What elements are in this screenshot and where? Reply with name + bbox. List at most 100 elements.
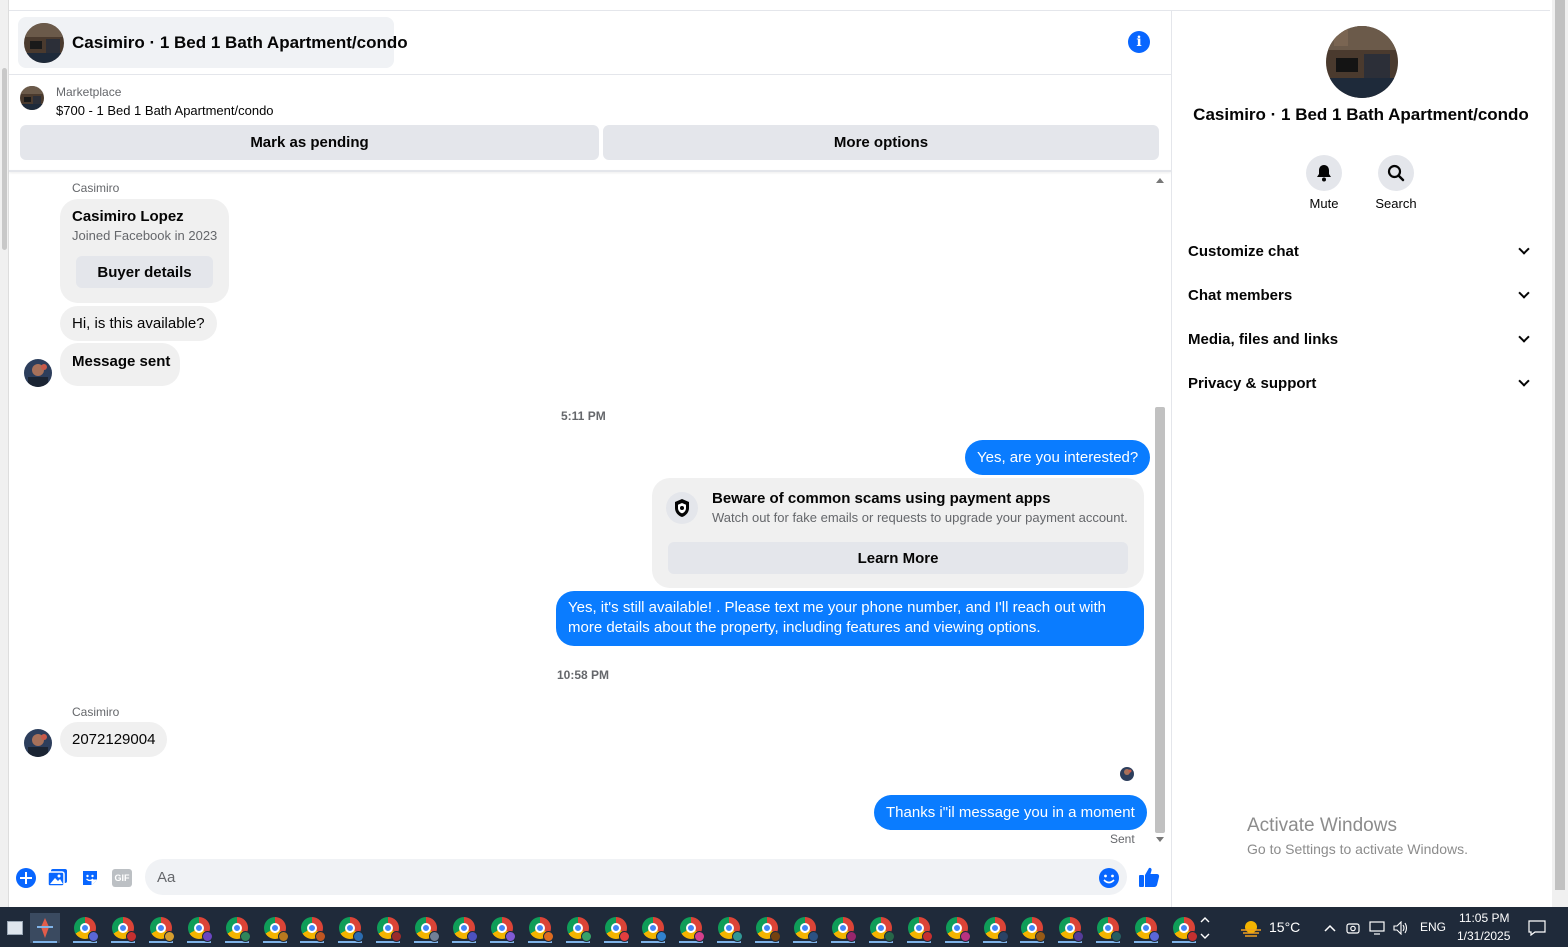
more-options-button[interactable]: More options bbox=[603, 125, 1159, 160]
chrome-icon bbox=[1021, 917, 1046, 942]
chrome-window-icon[interactable] bbox=[146, 913, 176, 943]
weather-temp[interactable]: 15°C bbox=[1269, 919, 1300, 935]
weather-icon[interactable] bbox=[1236, 913, 1266, 943]
marketplace-listing-thumbnail[interactable] bbox=[20, 86, 44, 110]
file-explorer-icon[interactable] bbox=[0, 913, 30, 943]
scrollbar-thumb[interactable] bbox=[2, 68, 7, 250]
chrome-window-icon[interactable] bbox=[1055, 913, 1085, 943]
scroll-down-arrow-icon[interactable] bbox=[1156, 837, 1164, 842]
outgoing-message[interactable]: Yes, it's still available! . Please text… bbox=[556, 591, 1144, 646]
contact-avatar[interactable] bbox=[24, 359, 52, 387]
notification-icon[interactable] bbox=[1522, 913, 1552, 943]
marketplace-listing-title[interactable]: $700 - 1 Bed 1 Bath Apartment/condo bbox=[56, 103, 274, 118]
chrome-window-icon[interactable] bbox=[222, 913, 252, 943]
gif-icon[interactable]: GIF bbox=[111, 867, 133, 889]
chrome-icon bbox=[870, 917, 895, 942]
chrome-window-icon[interactable] bbox=[449, 913, 479, 943]
chat-scrollbar[interactable] bbox=[1153, 175, 1167, 845]
incoming-message[interactable]: Hi, is this available? bbox=[60, 306, 217, 341]
profile-badge-icon bbox=[202, 931, 213, 942]
plus-circle-icon[interactable] bbox=[15, 867, 37, 889]
chrome-window-icon[interactable] bbox=[70, 913, 100, 943]
taskbar-overflow-icon[interactable] bbox=[1197, 913, 1213, 943]
message-input[interactable] bbox=[145, 859, 1127, 895]
clock-time[interactable]: 11:05 PM bbox=[1459, 911, 1509, 925]
thumbs-up-icon[interactable] bbox=[1137, 865, 1161, 889]
privacy-support-section[interactable]: Privacy & support bbox=[1180, 363, 1542, 403]
clock-date[interactable]: 1/31/2025 bbox=[1457, 929, 1510, 943]
customize-chat-section[interactable]: Customize chat bbox=[1180, 231, 1542, 271]
mark-as-pending-button[interactable]: Mark as pending bbox=[20, 125, 599, 160]
chrome-window-icon[interactable] bbox=[601, 913, 631, 943]
chevron-up-icon[interactable] bbox=[1318, 913, 1342, 943]
chrome-window-icon[interactable] bbox=[108, 913, 138, 943]
outgoing-message[interactable]: Yes, are you interested? bbox=[965, 440, 1151, 475]
chrome-icon bbox=[377, 917, 402, 942]
chrome-icon bbox=[605, 917, 630, 942]
chat-header-title-button[interactable]: Casimiro · 1 Bed 1 Bath Apartment/condo bbox=[18, 17, 408, 68]
app-icon[interactable] bbox=[30, 913, 60, 943]
watermark-line-1: Activate Windows bbox=[1247, 815, 1397, 836]
chrome-window-icon[interactable] bbox=[752, 913, 782, 943]
chrome-window-icon[interactable] bbox=[942, 913, 972, 943]
scrollbar-thumb[interactable] bbox=[1555, 0, 1565, 890]
section-label: Media, files and links bbox=[1188, 330, 1339, 348]
info-icon[interactable]: i bbox=[1128, 31, 1150, 53]
scroll-up-arrow-icon[interactable] bbox=[1156, 178, 1164, 183]
page-scrollbar[interactable] bbox=[1552, 0, 1568, 907]
emoji-icon[interactable] bbox=[1098, 867, 1120, 889]
incoming-message[interactable]: Message sent bbox=[60, 343, 180, 386]
chrome-window-icon[interactable] bbox=[525, 913, 555, 943]
chrome-window-icon[interactable] bbox=[563, 913, 593, 943]
camera-icon[interactable] bbox=[1342, 913, 1364, 943]
speaker-icon[interactable] bbox=[1390, 913, 1412, 943]
network-icon[interactable] bbox=[1366, 913, 1388, 943]
profile-badge-icon bbox=[353, 931, 364, 942]
media-files-links-section[interactable]: Media, files and links bbox=[1180, 319, 1542, 359]
chrome-window-icon[interactable] bbox=[790, 913, 820, 943]
search-label: Search bbox=[1375, 196, 1417, 211]
search-action[interactable] bbox=[1378, 155, 1414, 191]
chrome-window-icon[interactable] bbox=[335, 913, 365, 943]
chevron-down-icon bbox=[1518, 243, 1530, 255]
search-icon[interactable] bbox=[1378, 155, 1414, 191]
learn-more-button[interactable]: Learn More bbox=[668, 542, 1128, 574]
mute-action[interactable] bbox=[1306, 155, 1342, 191]
chrome-window-icon[interactable] bbox=[904, 913, 934, 943]
browser-left-scrollbar[interactable] bbox=[0, 0, 9, 907]
sender-name: Casimiro bbox=[72, 181, 120, 195]
chrome-icon bbox=[946, 917, 971, 942]
conversation-avatar[interactable] bbox=[1326, 26, 1398, 98]
outgoing-message[interactable]: Thanks i"il message you in a moment bbox=[874, 795, 1147, 830]
chrome-icon bbox=[794, 917, 819, 942]
chrome-window-icon[interactable] bbox=[1093, 913, 1123, 943]
profile-badge-icon bbox=[1073, 931, 1084, 942]
profile-badge-icon bbox=[429, 931, 440, 942]
chrome-window-icon[interactable] bbox=[638, 913, 668, 943]
scrollbar-thumb[interactable] bbox=[1155, 407, 1165, 833]
chrome-window-icon[interactable] bbox=[866, 913, 896, 943]
chrome-window-icon[interactable] bbox=[828, 913, 858, 943]
chrome-window-icon[interactable] bbox=[487, 913, 517, 943]
chrome-icon bbox=[415, 917, 440, 942]
chrome-window-icon[interactable] bbox=[1169, 913, 1199, 943]
chrome-window-icon[interactable] bbox=[714, 913, 744, 943]
chrome-window-icon[interactable] bbox=[297, 913, 327, 943]
windows-taskbar: 15°C ENG 11:05 PM 1/31/2025 bbox=[0, 907, 1568, 947]
buyer-details-button[interactable]: Buyer details bbox=[76, 256, 213, 288]
chrome-window-icon[interactable] bbox=[260, 913, 290, 943]
sticker-icon[interactable] bbox=[79, 867, 101, 889]
chrome-window-icon[interactable] bbox=[184, 913, 214, 943]
chrome-window-icon[interactable] bbox=[1017, 913, 1047, 943]
language-indicator[interactable]: ENG bbox=[1420, 920, 1446, 934]
photo-gallery-icon[interactable] bbox=[47, 867, 69, 889]
bell-icon[interactable] bbox=[1306, 155, 1342, 191]
chrome-window-icon[interactable] bbox=[980, 913, 1010, 943]
chrome-window-icon[interactable] bbox=[1131, 913, 1161, 943]
chrome-window-icon[interactable] bbox=[411, 913, 441, 943]
incoming-message[interactable]: 2072129004 bbox=[60, 722, 168, 757]
chrome-window-icon[interactable] bbox=[676, 913, 706, 943]
contact-avatar[interactable] bbox=[24, 729, 52, 757]
chat-members-section[interactable]: Chat members bbox=[1180, 275, 1542, 315]
chrome-window-icon[interactable] bbox=[373, 913, 403, 943]
